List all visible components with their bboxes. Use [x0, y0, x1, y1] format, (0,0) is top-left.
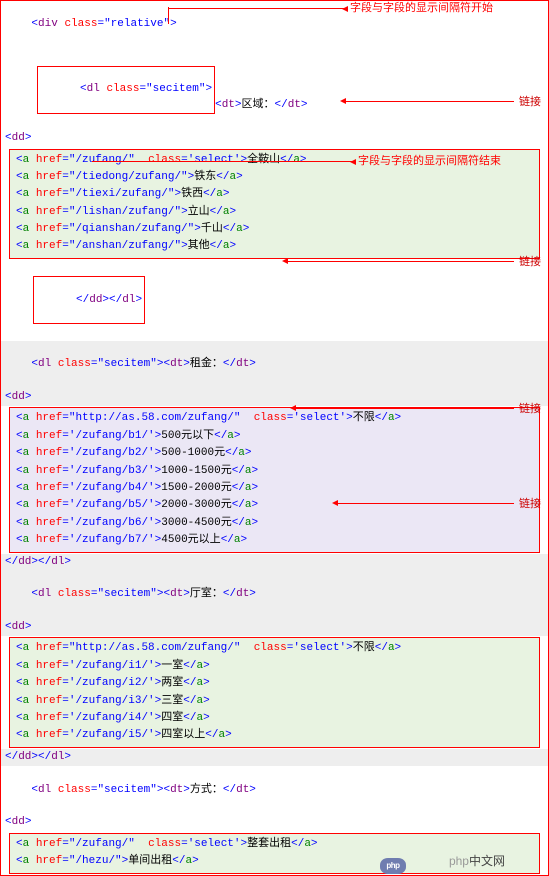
code-line-dd-open: <dd> [1, 130, 548, 147]
watermark-text: php中文网 [449, 853, 505, 870]
annotation-link-4: 链接 [519, 497, 541, 512]
link-row: <a href='/zufang/i4/'>四室</a> [12, 710, 537, 727]
separator-start-box: <dl class="secitem"> [37, 66, 215, 114]
link-row: <a href="http://as.58.com/zufang/" class… [12, 410, 537, 427]
annotation-sep-end: 字段与字段的显示间隔符结束 [358, 154, 501, 169]
link-row: <a href="/qianshan/zufang/">千山</a> [12, 221, 537, 238]
link-row: <a href="/tiexi/zufang/">铁西</a> [12, 186, 537, 203]
php-logo-icon: php [380, 858, 406, 874]
code-line-dl-rent: <dl class="secitem"><dt>租金：</dt> [1, 341, 548, 389]
link-row: <a href='/zufang/i2/'>两室</a> [12, 675, 537, 692]
code-line-close-dd-dl: </dd></dl> [1, 749, 548, 766]
annotation-link-2: 链接 [519, 255, 541, 270]
code-line-dd-open: <dd> [1, 619, 548, 636]
link-row: <a href='/zufang/b3/'>1000-1500元</a> [12, 463, 537, 480]
code-line-dl-room: <dl class="secitem"><dt>厅室：</dt> [1, 571, 548, 619]
link-row: <a href="/tiedong/zufang/">铁东</a> [12, 169, 537, 186]
link-row: <a href="/lishan/zufang/">立山</a> [12, 204, 537, 221]
annotation-link-3: 链接 [519, 402, 541, 417]
code-line-dl-mode: <dl class="secitem"><dt>方式：</dt> [1, 766, 548, 814]
code-line-dd-open: <dd> [1, 814, 548, 831]
link-row: <a href='/zufang/b4/'>1500-2000元</a> [12, 480, 537, 497]
link-row: <a href="http://as.58.com/zufang/" class… [12, 640, 537, 657]
annotation-link-1: 链接 [519, 95, 541, 110]
separator-end-box: </dd></dl> [33, 276, 145, 324]
annotation-sep-start: 字段与字段的显示间隔符开始 [350, 1, 493, 16]
code-line-dl-area: <dl class="secitem"> <dt>区域：</dt> [1, 49, 548, 130]
link-row: <a href='/zufang/i1/'>一室</a> [12, 658, 537, 675]
link-row: <a href='/zufang/b5/'>2000-3000元</a> [12, 497, 537, 514]
link-block-rent: <a href="http://as.58.com/zufang/" class… [9, 407, 540, 552]
link-row: <a href='/zufang/b7/'>4500元以上</a> [12, 532, 537, 549]
link-row: <a href='/zufang/i3/'>三室</a> [12, 693, 537, 710]
link-row: <a href='/zufang/b6/'>3000-4500元</a> [12, 515, 537, 532]
link-row: <a href="/zufang/" class='select'>整套出租</… [12, 836, 537, 853]
link-row: <a href='/zufang/b1/'>500元以下</a> [12, 428, 537, 445]
link-row: <a href='/zufang/i5/'>四室以上</a> [12, 727, 537, 744]
link-block-room: <a href="http://as.58.com/zufang/" class… [9, 637, 540, 747]
code-line-close-dd-dl: </dd></dl> [1, 260, 548, 341]
link-row: <a href='/zufang/b2/'>500-1000元</a> [12, 445, 537, 462]
code-line-dd-open: <dd> [1, 389, 548, 406]
code-line-close-dd-dl: </dd></dl> [1, 554, 548, 571]
link-row: <a href="/anshan/zufang/">其他</a> [12, 238, 537, 255]
